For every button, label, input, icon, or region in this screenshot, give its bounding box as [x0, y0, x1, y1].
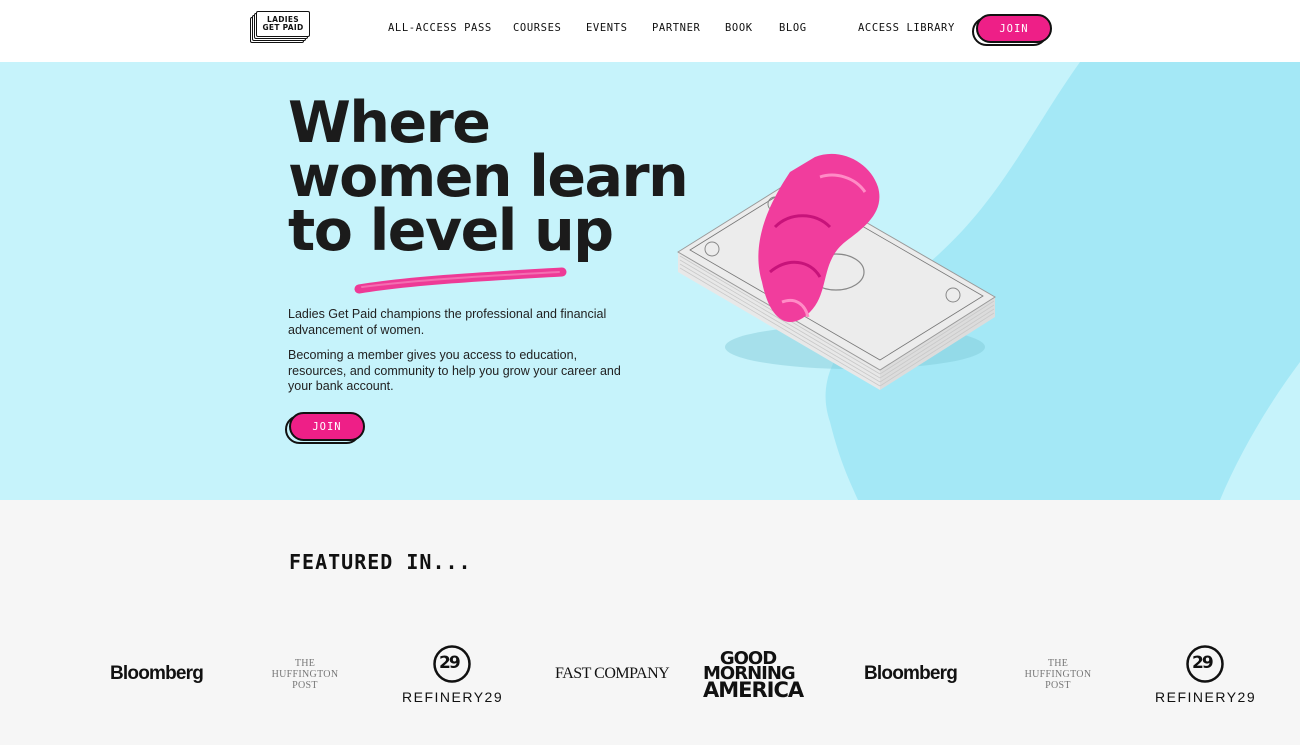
nav-partner[interactable]: PARTNER	[652, 22, 700, 34]
logo-line-2: GET PAID	[262, 23, 304, 32]
ladies-get-paid-logo[interactable]: LADIES GET PAID	[250, 11, 310, 44]
nav-access-library[interactable]: ACCESS LIBRARY	[858, 22, 955, 34]
refinery29-badge-2: 29	[1192, 653, 1214, 673]
bloomberg-logo-2: Bloomberg	[864, 663, 958, 684]
header-join-button[interactable]: JOIN	[976, 14, 1052, 43]
fast-company-logo: FAST COMPANY	[555, 665, 670, 682]
hero-section: Where women learn to level up Ladies Get…	[0, 62, 1300, 500]
bloomberg-logo: Bloomberg	[110, 663, 204, 684]
good-morning-america-logo: GOOD MORNING AMERICA	[703, 648, 804, 702]
featured-in-section: FEATURED IN... Bloomberg THE HUFFINGTON …	[0, 500, 1300, 745]
headline-line-1: Where	[288, 90, 491, 156]
headline-line-3: to level up	[288, 198, 614, 264]
nav-book[interactable]: BOOK	[725, 22, 753, 34]
huffington-post-logo: THE HUFFINGTON POST	[271, 658, 339, 691]
nav-blog[interactable]: BLOG	[779, 22, 807, 34]
nav-events[interactable]: EVENTS	[586, 22, 628, 34]
headline-line-2: women learn	[288, 144, 689, 210]
hero-join-button[interactable]: JOIN	[289, 412, 365, 441]
site-header: LADIES GET PAID ALL-ACCESS PASS COURSES …	[0, 0, 1300, 62]
pink-brush-underline	[354, 267, 567, 294]
nav-courses[interactable]: COURSES	[513, 22, 561, 34]
hero-paragraph-2: Becoming a member gives you access to ed…	[288, 348, 621, 393]
hero-paragraph-1: Ladies Get Paid champions the profession…	[288, 307, 607, 337]
refinery29-logo-2: 29 REFINERY29	[1155, 644, 1255, 705]
nav-all-access-pass[interactable]: ALL-ACCESS PASS	[388, 22, 492, 34]
hero-headline: Where women learn to level up	[288, 90, 689, 264]
featured-title: FEATURED IN...	[289, 550, 472, 574]
refinery29-logo: 29 REFINERY29	[402, 644, 502, 705]
money-stack-image	[677, 153, 996, 390]
refinery29-badge: 29	[439, 653, 461, 673]
huffington-post-logo-2: THE HUFFINGTON POST	[1024, 658, 1092, 691]
